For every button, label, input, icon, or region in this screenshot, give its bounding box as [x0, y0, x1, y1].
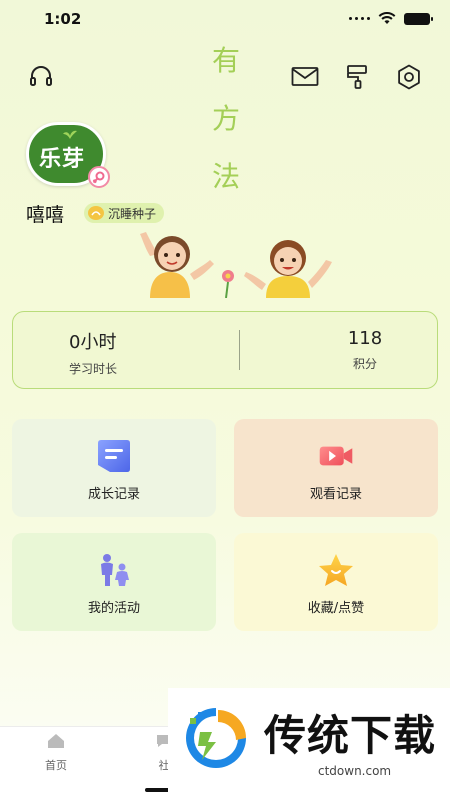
- tile-label: 收藏/点赞: [307, 601, 365, 616]
- profile-screen: 1:02 有 方 法 乐芽 嘻嘻 沉睡种子 0小时 学习时长 118 积分 成长…: [0, 0, 450, 800]
- study-time-value: 0小时: [69, 332, 117, 353]
- slogan-char: 方: [211, 102, 240, 135]
- growth-record-tile[interactable]: 成长记录: [12, 419, 216, 517]
- mail-icon[interactable]: [290, 62, 320, 92]
- tab-label: 首页: [45, 759, 67, 772]
- battery-icon: [404, 12, 433, 25]
- study-time-stat[interactable]: 0小时 学习时长: [29, 312, 189, 390]
- star-icon: [319, 554, 353, 586]
- video-camera-icon: [319, 446, 353, 466]
- slogan-text: 有 方 法: [208, 32, 244, 206]
- favorites-likes-tile[interactable]: 收藏/点赞: [234, 533, 438, 631]
- cellular-icon: [349, 17, 370, 20]
- document-icon: [98, 440, 130, 472]
- watermark-url: ctdown.com: [318, 764, 392, 778]
- settings-icon[interactable]: [394, 62, 424, 92]
- slogan-char: 法: [211, 160, 240, 193]
- female-icon: [88, 166, 110, 188]
- stats-card: 0小时 学习时长 118 积分: [12, 311, 438, 389]
- tile-label: 成长记录: [87, 487, 140, 502]
- username: 嘻嘻: [26, 204, 65, 226]
- slogan-char: 有: [211, 44, 240, 77]
- kids-illustration: [140, 232, 332, 298]
- watermark-logo-icon: [186, 708, 246, 768]
- wifi-icon: [378, 12, 396, 24]
- my-activities-tile[interactable]: 我的活动: [12, 533, 216, 631]
- tile-label: 观看记录: [309, 487, 362, 502]
- study-time-label: 学习时长: [69, 362, 118, 376]
- tile-label: 我的活动: [87, 601, 140, 616]
- points-label: 积分: [352, 357, 377, 371]
- level-badge: 沉睡种子: [84, 203, 165, 223]
- sprout-icon: [63, 130, 77, 139]
- parent-child-icon: [101, 554, 129, 586]
- watermark-title: 传统下载: [264, 711, 437, 760]
- brush-icon[interactable]: [342, 62, 372, 92]
- points-stat[interactable]: 118 积分: [285, 312, 445, 390]
- stats-divider: [239, 330, 240, 370]
- points-value: 118: [347, 328, 383, 349]
- headset-icon[interactable]: [26, 62, 56, 92]
- level-label: 沉睡种子: [108, 206, 157, 221]
- home-icon: [48, 734, 64, 748]
- seed-icon: [88, 206, 104, 220]
- status-icons: [349, 12, 433, 25]
- watch-record-tile[interactable]: 观看记录: [234, 419, 438, 517]
- status-time: 1:02: [44, 10, 82, 28]
- tab-home[interactable]: 首页: [26, 733, 86, 773]
- watermark: 传统下载 ctdown.com: [168, 688, 450, 800]
- avatar-logo-text: 乐芽: [39, 147, 86, 172]
